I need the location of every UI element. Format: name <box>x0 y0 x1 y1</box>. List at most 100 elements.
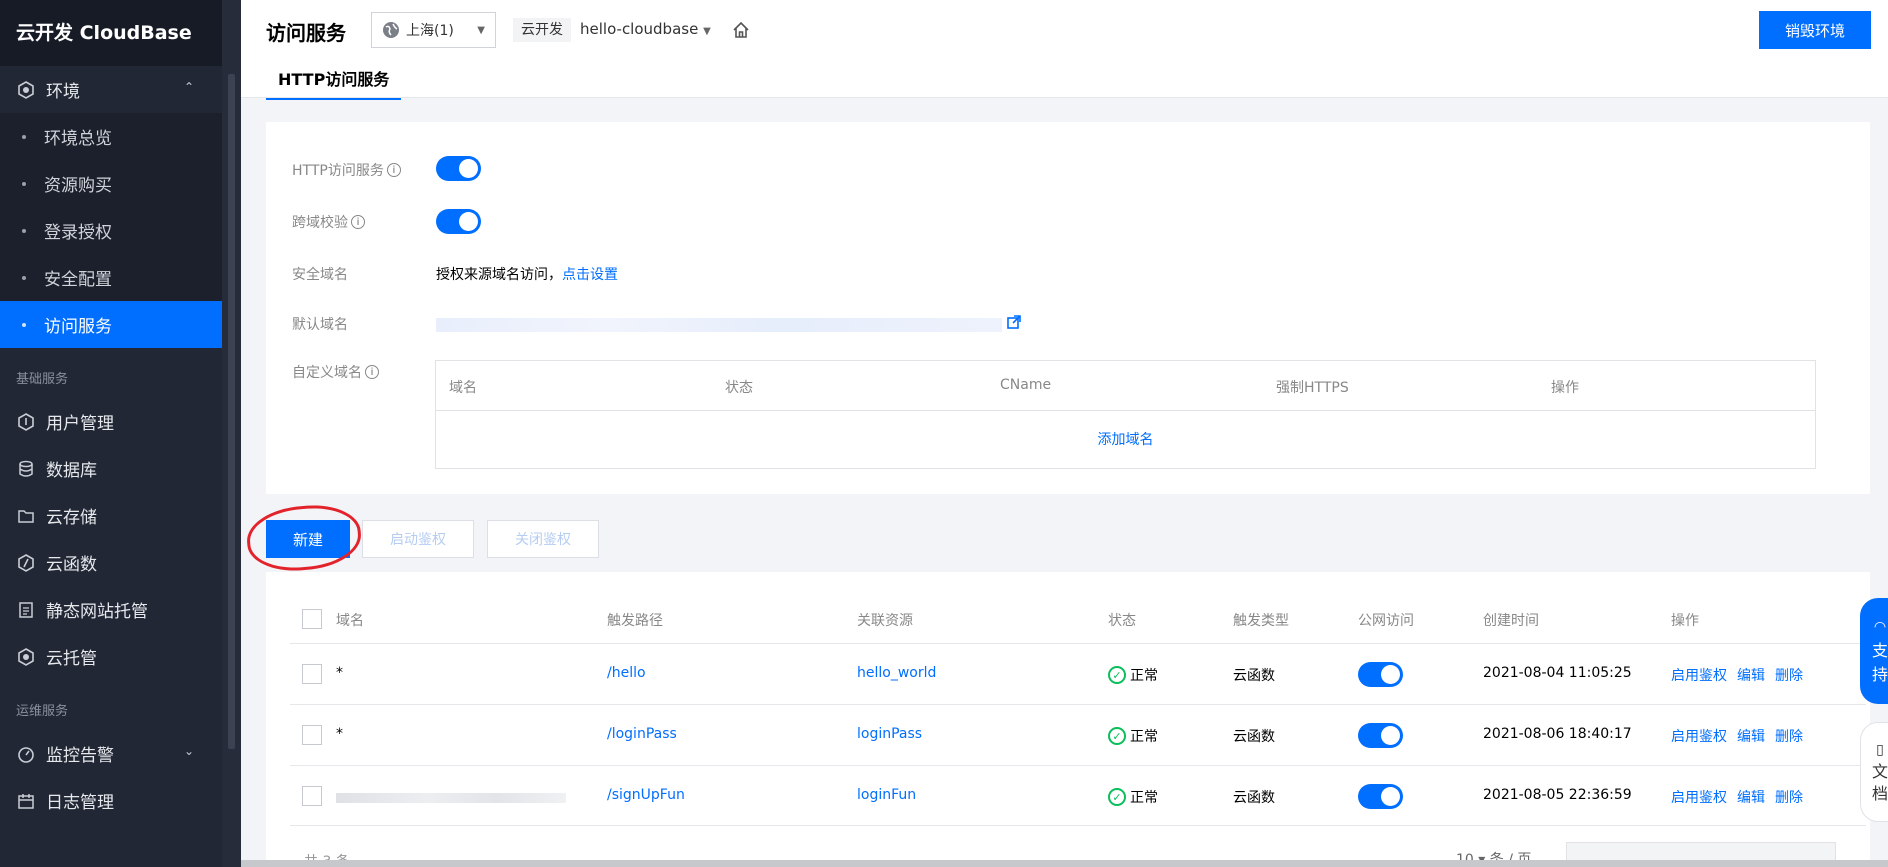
sidebar-item-storage[interactable]: 云存储 <box>0 492 222 539</box>
header: 访问服务 上海(1) ▼ 云开发 hello-cloudbase ▼ 销毁环境 … <box>241 0 1888 100</box>
region-select[interactable]: 上海(1) ▼ <box>371 12 496 48</box>
http-settings-card: HTTP访问服务 i 跨域校验 i 安全域名 授权来源域名访问，点击设置 默认域名 … <box>266 122 1870 494</box>
enable-auth-button[interactable]: 启动鉴权 <box>362 520 474 558</box>
region-value: 上海(1) <box>406 23 454 39</box>
tab-http-service[interactable]: HTTP访问服务 <box>266 66 402 100</box>
row-public-access-switch[interactable] <box>1358 662 1403 687</box>
headset-icon: ◠ <box>1873 619 1887 635</box>
enable-auth-link[interactable]: 启用鉴权 <box>1671 790 1727 806</box>
row-path-link[interactable]: /loginPass <box>607 726 677 742</box>
sidebar-item-logs[interactable]: 日志管理 <box>0 777 222 824</box>
support-float-button[interactable]: ◠ 支 持 <box>1860 598 1888 704</box>
row-public-access-switch[interactable] <box>1358 723 1403 748</box>
delete-link[interactable]: 删除 <box>1775 729 1803 745</box>
sidebar-item-label: 用户管理 <box>46 414 114 434</box>
sidebar-item-security[interactable]: 安全配置 <box>0 254 222 301</box>
col-domain: 域名 <box>449 380 477 396</box>
external-link-icon[interactable] <box>1006 314 1022 330</box>
http-service-label: HTTP访问服务 i <box>292 160 401 180</box>
book-icon: ▯ <box>1876 742 1884 758</box>
sidebar-scrollbar[interactable] <box>228 74 235 749</box>
horizontal-scrollbar[interactable] <box>241 860 1888 867</box>
row-checkbox[interactable] <box>302 725 322 745</box>
col-ops: 操作 <box>1551 380 1579 396</box>
sidebar-item-label: 数据库 <box>46 461 97 481</box>
sidebar-item-functions[interactable]: 云函数 <box>0 539 222 586</box>
http-service-switch[interactable] <box>436 156 481 181</box>
row-path-link[interactable]: /hello <box>607 665 646 681</box>
env-select[interactable]: hello-cloudbase ▼ <box>580 20 711 38</box>
row-path-link[interactable]: /signUpFun <box>607 787 685 803</box>
check-circle-icon: ✓ <box>1108 727 1126 745</box>
default-domain-label: 默认域名 <box>292 317 348 333</box>
new-route-button[interactable]: 新建 <box>266 520 350 558</box>
hex-icon <box>16 80 36 100</box>
row-resource-link[interactable]: hello_world <box>857 665 936 681</box>
sidebar-item-cloud-run[interactable]: 云托管 <box>0 633 222 680</box>
row-checkbox[interactable] <box>302 786 322 806</box>
row-trigger-type: 云函数 <box>1233 668 1275 684</box>
set-safe-domain-link[interactable]: 点击设置 <box>562 267 618 283</box>
col-cname: CName <box>1000 377 1052 393</box>
select-all-checkbox[interactable] <box>302 609 322 629</box>
info-icon[interactable]: i <box>351 215 365 229</box>
sidebar-item-label: 资源购买 <box>44 176 112 196</box>
delete-link[interactable]: 删除 <box>1775 790 1803 806</box>
cors-label: 跨域校验 i <box>292 212 365 232</box>
row-status: ✓ 正常 <box>1108 665 1158 685</box>
sidebar-item-purchase[interactable]: 资源购买 <box>0 160 222 207</box>
row-trigger-type: 云函数 <box>1233 790 1275 806</box>
document-icon <box>16 600 36 620</box>
table-header: 域名 状态 CName 强制HTTPS 操作 <box>436 361 1815 411</box>
bullet-icon <box>22 275 26 280</box>
enable-auth-link[interactable]: 启用鉴权 <box>1671 729 1727 745</box>
row-trigger-type: 云函数 <box>1233 729 1275 745</box>
edit-link[interactable]: 编辑 <box>1737 729 1765 745</box>
row-resource-link[interactable]: loginPass <box>857 726 922 742</box>
sidebar-item-database[interactable]: 数据库 <box>0 445 222 492</box>
row-public-access-switch[interactable] <box>1358 784 1403 809</box>
col-force-https: 强制HTTPS <box>1276 380 1349 396</box>
row-created: 2021-08-05 22:36:59 <box>1483 787 1632 803</box>
home-icon[interactable] <box>731 20 751 40</box>
safe-domain-label: 安全域名 <box>292 267 348 283</box>
chevron-up-icon: ⌃ <box>183 80 194 94</box>
enable-auth-link[interactable]: 启用鉴权 <box>1671 668 1727 684</box>
sidebar-item-label: 云存储 <box>46 508 97 528</box>
edit-link[interactable]: 编辑 <box>1737 790 1765 806</box>
disable-auth-button[interactable]: 关闭鉴权 <box>487 520 599 558</box>
sidebar-item-label: 云托管 <box>46 649 97 669</box>
delete-link[interactable]: 删除 <box>1775 668 1803 684</box>
sidebar-item-static-hosting[interactable]: 静态网站托管 <box>0 586 222 633</box>
row-resource-link[interactable]: loginFun <box>857 787 916 803</box>
hex-icon <box>16 647 36 667</box>
bullet-icon <box>22 181 26 186</box>
col-status: 状态 <box>725 380 753 396</box>
add-domain-link[interactable]: 添加域名 <box>436 411 1815 469</box>
cors-switch[interactable] <box>436 209 481 234</box>
check-circle-icon: ✓ <box>1108 666 1126 684</box>
table-row: /signUpFun loginFun ✓ 正常 云函数 2021-08-05 2… <box>290 765 1866 826</box>
caret-down-icon: ▼ <box>703 26 711 37</box>
sidebar-item-access-service[interactable]: 访问服务 <box>0 301 223 348</box>
calendar-icon <box>16 791 36 811</box>
sidebar-item-monitoring[interactable]: 监控告警 ⌄ <box>0 730 222 777</box>
info-icon[interactable]: i <box>386 163 401 177</box>
edit-link[interactable]: 编辑 <box>1737 668 1765 684</box>
sidebar-item-label: 访问服务 <box>44 317 112 337</box>
row-domain: * <box>336 665 343 681</box>
sidebar-item-overview[interactable]: 环境总览 <box>0 113 222 160</box>
sidebar-item-login-auth[interactable]: 登录授权 <box>0 207 222 254</box>
row-created: 2021-08-06 18:40:17 <box>1483 726 1632 742</box>
sidebar-group-env[interactable]: 环境 ⌃ <box>0 66 222 113</box>
info-icon[interactable]: i <box>365 365 379 379</box>
col-resource: 关联资源 <box>857 613 913 629</box>
sidebar-item-label: 环境总览 <box>44 129 112 149</box>
row-checkbox[interactable] <box>302 664 322 684</box>
sidebar-item-users[interactable]: 用户管理 <box>0 398 222 445</box>
docs-float-button[interactable]: ▯ 文 档 <box>1860 722 1888 822</box>
check-circle-icon: ✓ <box>1108 788 1126 806</box>
row-status: ✓ 正常 <box>1108 726 1158 746</box>
row-status: ✓ 正常 <box>1108 787 1158 807</box>
destroy-env-button[interactable]: 销毁环境 <box>1759 11 1871 49</box>
